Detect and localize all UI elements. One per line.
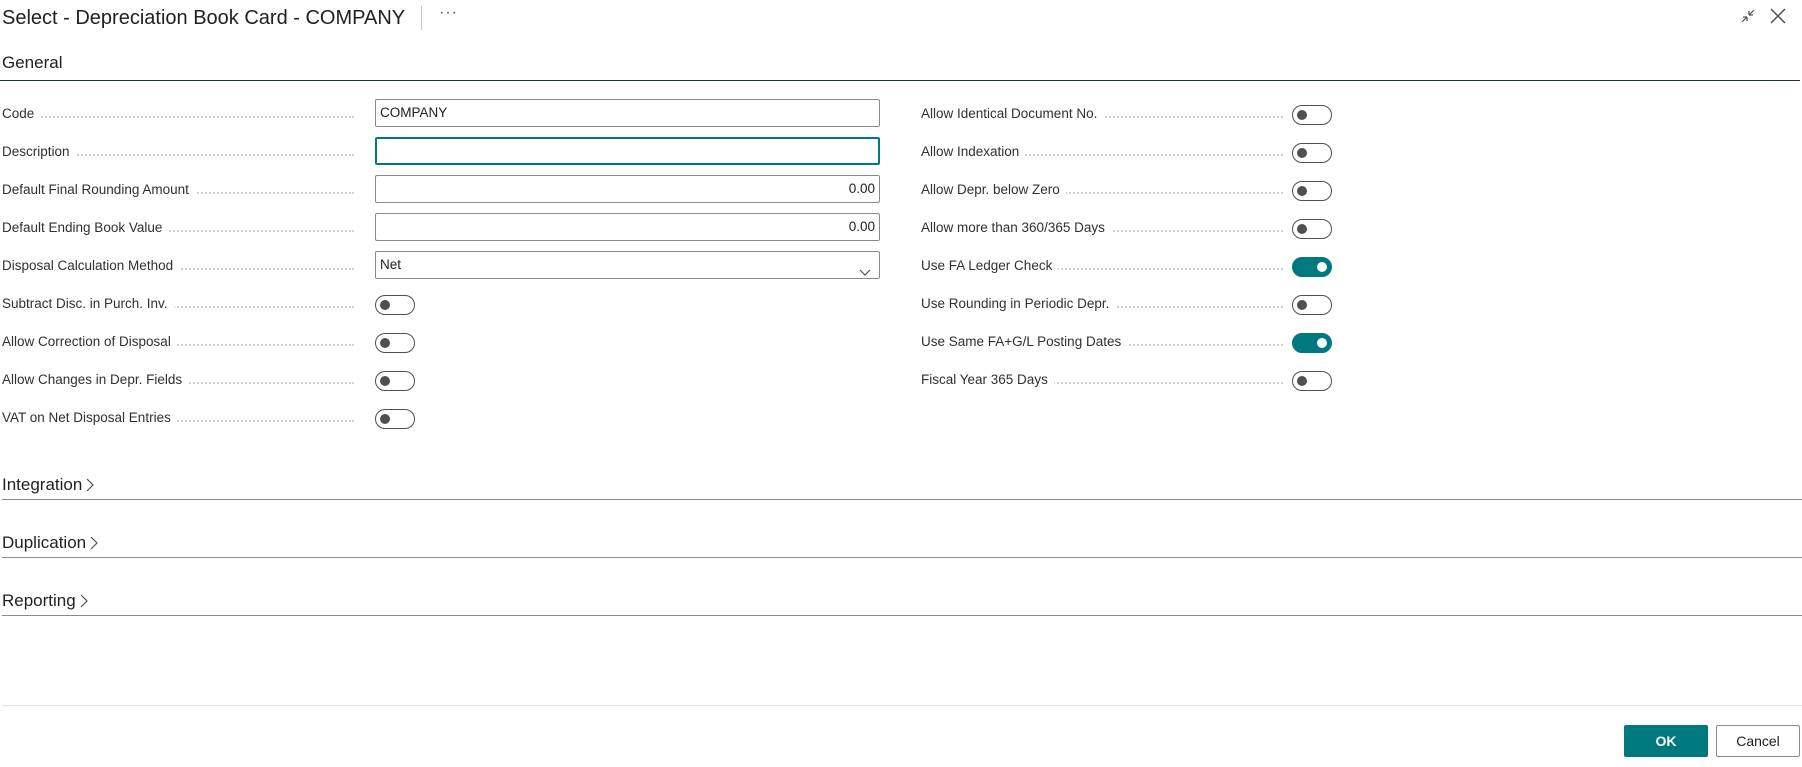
duplication-section-title: Duplication [2,533,87,552]
allow-identical-document-no-toggle[interactable] [1292,105,1332,125]
allow-indexation-label: Allow Indexation [921,144,1291,159]
toggle-knob [380,338,390,348]
allow-depr-below-zero-toggle[interactable] [1292,181,1332,201]
disposal-calculation-method-select[interactable]: Net [375,251,880,279]
allow-changes-in-depr-fields-toggle[interactable] [375,371,415,391]
ok-button[interactable]: OK [1624,725,1708,757]
toggle-knob [1317,262,1327,272]
close-icon[interactable] [1768,6,1788,26]
duplication-section[interactable]: Duplication [2,533,1802,553]
toggle-knob [1297,148,1307,158]
chevron-right-icon [90,536,98,553]
page-title: Select - Depreciation Book Card - COMPAN… [2,7,406,29]
default-ending-book-value-field[interactable]: 0.00 [375,213,880,241]
use-same-fa-gl-posting-dates-label: Use Same FA+G/L Posting Dates [921,334,1291,349]
dialog-header: Select - Depreciation Book Card - COMPAN… [0,0,1802,40]
integration-section-title: Integration [2,475,83,494]
allow-more-than-360-365-days-toggle[interactable] [1292,219,1332,239]
allow-correction-of-disposal-label: Allow Correction of Disposal [2,334,362,349]
toggle-knob [1297,376,1307,386]
code-field[interactable]: COMPANY [375,99,880,127]
duplication-divider [2,557,1802,558]
toggle-knob [1297,110,1307,120]
toggle-knob [380,300,390,310]
use-same-fa-gl-posting-dates-toggle[interactable] [1292,333,1332,353]
toggle-knob [1317,338,1327,348]
allow-indexation-toggle[interactable] [1292,143,1332,163]
default-ending-book-value-label: Default Ending Book Value [2,220,362,235]
allow-correction-of-disposal-toggle[interactable] [375,333,415,353]
subtract-disc-label: Subtract Disc. in Purch. Inv. [2,296,362,311]
disposal-calculation-method-label: Disposal Calculation Method [2,258,362,273]
toggle-knob [1297,186,1307,196]
description-field[interactable] [375,137,880,165]
toggle-knob [380,376,390,386]
allow-depr-below-zero-label: Allow Depr. below Zero [921,182,1291,197]
reporting-section-title: Reporting [2,591,76,610]
integration-divider [2,499,1802,500]
disposal-calculation-method-value: Net [380,257,402,272]
use-rounding-in-periodic-depr-toggle[interactable] [1292,295,1332,315]
cancel-button[interactable]: Cancel [1716,725,1800,757]
fiscal-year-365-days-label: Fiscal Year 365 Days [921,372,1291,387]
use-fa-ledger-check-label: Use FA Ledger Check [921,258,1291,273]
footer-divider [2,705,1802,706]
reporting-divider [2,615,1802,616]
use-fa-ledger-check-toggle[interactable] [1292,257,1332,277]
default-final-rounding-amount-label: Default Final Rounding Amount [2,182,362,197]
use-rounding-in-periodic-depr-label: Use Rounding in Periodic Depr. [921,296,1291,311]
code-label: Code [2,106,362,121]
allow-identical-document-no-label: Allow Identical Document No. [921,106,1291,121]
vat-on-net-disposal-entries-label: VAT on Net Disposal Entries [2,410,362,425]
general-section-divider [0,80,1800,81]
toggle-knob [1297,224,1307,234]
title-divider [421,6,422,30]
fiscal-year-365-days-toggle[interactable] [1292,371,1332,391]
vat-on-net-disposal-entries-toggle[interactable] [375,409,415,429]
allow-changes-in-depr-fields-label: Allow Changes in Depr. Fields [2,372,362,387]
general-section: General [2,53,1802,73]
toggle-knob [380,414,390,424]
more-options-button[interactable]: ··· [439,4,458,22]
description-label: Description [2,144,362,159]
subtract-disc-toggle[interactable] [375,295,415,315]
default-final-rounding-amount-field[interactable]: 0.00 [375,175,880,203]
chevron-right-icon [80,594,88,611]
integration-section[interactable]: Integration [2,475,1802,495]
chevron-down-icon [859,260,871,278]
toggle-knob [1297,300,1307,310]
collapse-icon[interactable] [1738,6,1758,26]
general-section-title[interactable]: General [2,53,1802,73]
reporting-section[interactable]: Reporting [2,591,1802,611]
allow-more-than-360-365-days-label: Allow more than 360/365 Days [921,220,1291,235]
chevron-right-icon [86,478,95,495]
